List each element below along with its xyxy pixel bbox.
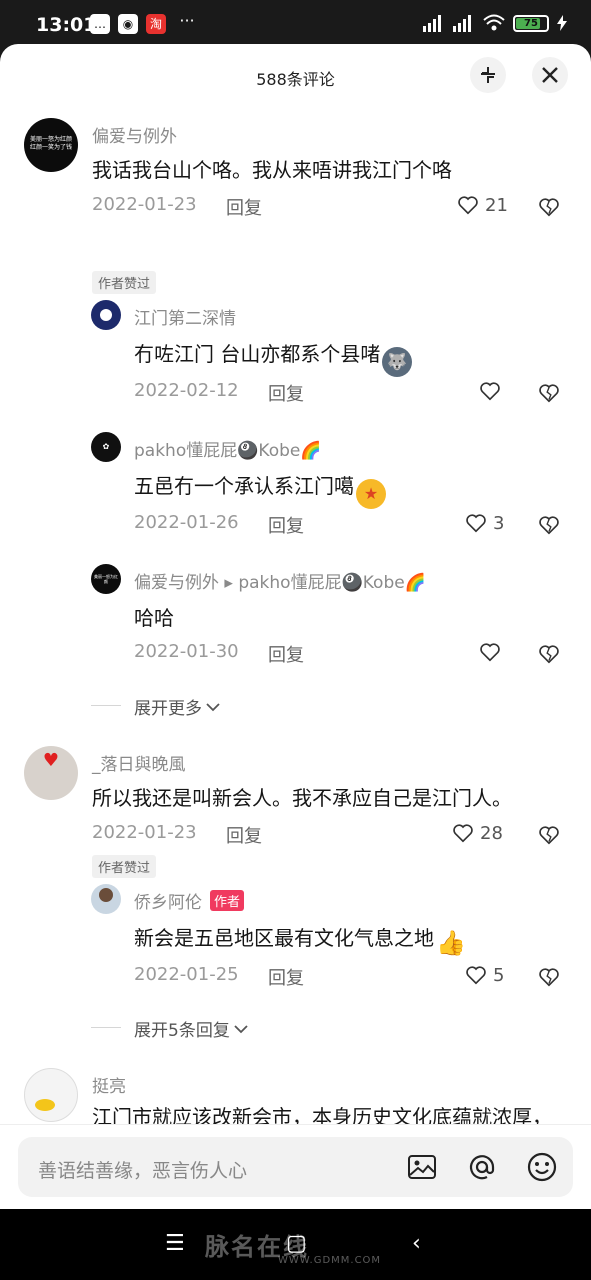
author-liked-badge: 作者赞过	[92, 855, 157, 878]
reply-button[interactable]: 回复	[268, 512, 304, 538]
avatar[interactable]	[91, 884, 121, 914]
collapse-icon	[481, 67, 495, 83]
like-button[interactable]	[479, 641, 501, 663]
taobao-icon: 淘	[146, 14, 166, 34]
sheet-header: 588条评论	[0, 44, 591, 108]
comment-text[interactable]: 新会是五邑地区最有文化气息之地👍	[134, 922, 466, 958]
avatar[interactable]: 美丽一怒为红颜 红颜一笑为了钱	[24, 118, 78, 172]
comment-date: 2022-01-25	[134, 964, 239, 985]
comment-text[interactable]: 哈哈	[134, 602, 174, 631]
chevron-down-icon	[206, 702, 220, 711]
comment-text[interactable]: 所以我还是叫新会人。我不承应自己是江门人。	[92, 782, 512, 811]
like-count: 5	[493, 964, 505, 986]
commenter-name[interactable]: 侨乡阿伦 作者	[134, 888, 245, 913]
signal-icon	[423, 15, 441, 32]
commenter-name[interactable]: _落日與晚風	[92, 750, 186, 775]
thumbs-up-emoji-icon: 👍	[436, 929, 466, 957]
avatar[interactable]: ♥	[24, 746, 78, 800]
divider	[91, 705, 121, 706]
status-bar: 13:01 … ◉ 淘 ··· 75	[0, 0, 591, 48]
dislike-icon[interactable]	[538, 643, 560, 665]
notification-icons: … ◉ 淘 ···	[90, 11, 200, 34]
image-icon[interactable]	[406, 1151, 438, 1183]
comment-date: 2022-02-12	[134, 380, 239, 401]
commenter-name[interactable]: 江门第二深情	[134, 304, 236, 329]
reply-button[interactable]: 回复	[268, 380, 304, 406]
dislike-icon[interactable]	[538, 382, 560, 404]
commenter-name[interactable]: 偏爱与例外 ▸ pakho懂屁屁🎱Kobe🌈	[134, 568, 426, 593]
like-button[interactable]: 28	[452, 822, 503, 844]
mention-icon[interactable]	[466, 1151, 498, 1183]
like-button[interactable]: 5	[465, 964, 504, 986]
comment-input[interactable]: 善语结善缘，恶言伤人心	[18, 1137, 573, 1197]
wechat-icon: ◉	[118, 14, 138, 34]
like-button[interactable]: 3	[465, 512, 504, 534]
navigation-bar: ☰ ▢ ‹ 脉名在线 WWW.GDMM.COM	[0, 1209, 591, 1280]
heart-icon	[453, 824, 473, 843]
comment-date: 2022-01-23	[92, 822, 197, 843]
comment-list: 美丽一怒为红颜 红颜一笑为了钱 偏爱与例外 我话我台山个咯。我从来唔讲我江门个咯 …	[0, 108, 591, 1124]
comment-input-bar: 善语结善缘，恶言伤人心	[0, 1124, 591, 1209]
expand-replies-button[interactable]: 展开更多	[134, 694, 222, 719]
avatar[interactable]	[24, 1068, 78, 1122]
heart-icon	[466, 966, 486, 985]
comment-date: 2022-01-30	[134, 641, 239, 662]
dislike-icon[interactable]	[538, 514, 560, 536]
avatar[interactable]: 美丽一怒为红颜	[91, 564, 121, 594]
collapse-button[interactable]	[470, 57, 506, 93]
heart-icon	[480, 643, 500, 662]
comment-text[interactable]: 冇咗江门 台山亦都系个县啫 🐺	[134, 338, 413, 377]
comment-date: 2022-01-26	[134, 512, 239, 533]
avatar[interactable]: ✿	[91, 432, 121, 462]
reply-button[interactable]: 回复	[226, 194, 262, 220]
expand-label: 展开更多	[134, 699, 202, 719]
charging-icon	[557, 15, 567, 31]
dislike-icon[interactable]	[538, 196, 560, 218]
back-button[interactable]: ‹	[412, 1231, 421, 1256]
comment-text[interactable]: 江门市就应该改新会市，本身历史文化底蕴就浓厚，蓬江区，江海区保留，新会区改回古名…	[92, 1102, 562, 1124]
system-icons: 75	[423, 14, 567, 32]
like-button[interactable]	[479, 380, 501, 402]
comment-text[interactable]: 五邑冇一个承认系江门噶 ★	[134, 470, 386, 509]
close-button[interactable]	[532, 57, 568, 93]
dislike-icon[interactable]	[538, 824, 560, 846]
battery-icon: 75	[513, 14, 549, 32]
expand-label: 展开5条回复	[134, 1021, 230, 1041]
heart-icon	[466, 514, 486, 533]
dislike-icon[interactable]	[538, 966, 560, 988]
like-count: 3	[493, 512, 505, 534]
reply-button[interactable]: 回复	[226, 822, 262, 848]
reply-button[interactable]: 回复	[268, 964, 304, 990]
commenter-name[interactable]: pakho懂屁屁🎱Kobe🌈	[134, 436, 322, 461]
commenter-name[interactable]: 挺亮	[92, 1072, 126, 1097]
comment-text[interactable]: 我话我台山个咯。我从来唔讲我江门个咯	[92, 154, 452, 183]
divider	[91, 1027, 121, 1028]
more-notifications-icon: ···	[179, 11, 195, 30]
author-liked-badge: 作者赞过	[92, 271, 157, 294]
like-button[interactable]: 21	[457, 194, 508, 216]
reply-button[interactable]: 回复	[268, 641, 304, 667]
heart-icon	[458, 196, 478, 215]
author-tag: 作者	[210, 890, 245, 911]
signal-icon-2	[453, 15, 471, 32]
message-icon: …	[90, 14, 110, 34]
close-icon	[542, 67, 558, 83]
avatar[interactable]	[91, 300, 121, 330]
expand-replies-button[interactable]: 展开5条回复	[134, 1016, 250, 1041]
emoji-icon[interactable]	[526, 1151, 558, 1183]
comment-sheet: 588条评论 美丽一怒为红颜 红颜一笑为了钱 偏爱与例外 我话我台山个咯。我从来唔…	[0, 44, 591, 1209]
chevron-down-icon	[234, 1024, 248, 1033]
input-placeholder: 善语结善缘，恶言伤人心	[38, 1160, 248, 1182]
comment-date: 2022-01-23	[92, 194, 197, 215]
menu-button[interactable]: ☰	[165, 1231, 185, 1256]
star-struck-emoji-icon: ★	[356, 479, 386, 509]
watermark-url: WWW.GDMM.COM	[278, 1255, 382, 1266]
commenter-name[interactable]: 偏爱与例外	[92, 122, 177, 147]
like-count: 28	[480, 822, 503, 844]
heart-icon	[480, 382, 500, 401]
wifi-icon	[483, 14, 505, 31]
like-count: 21	[485, 194, 508, 216]
status-time: 13:01	[36, 14, 97, 36]
husky-emoji-icon: 🐺	[382, 347, 413, 377]
